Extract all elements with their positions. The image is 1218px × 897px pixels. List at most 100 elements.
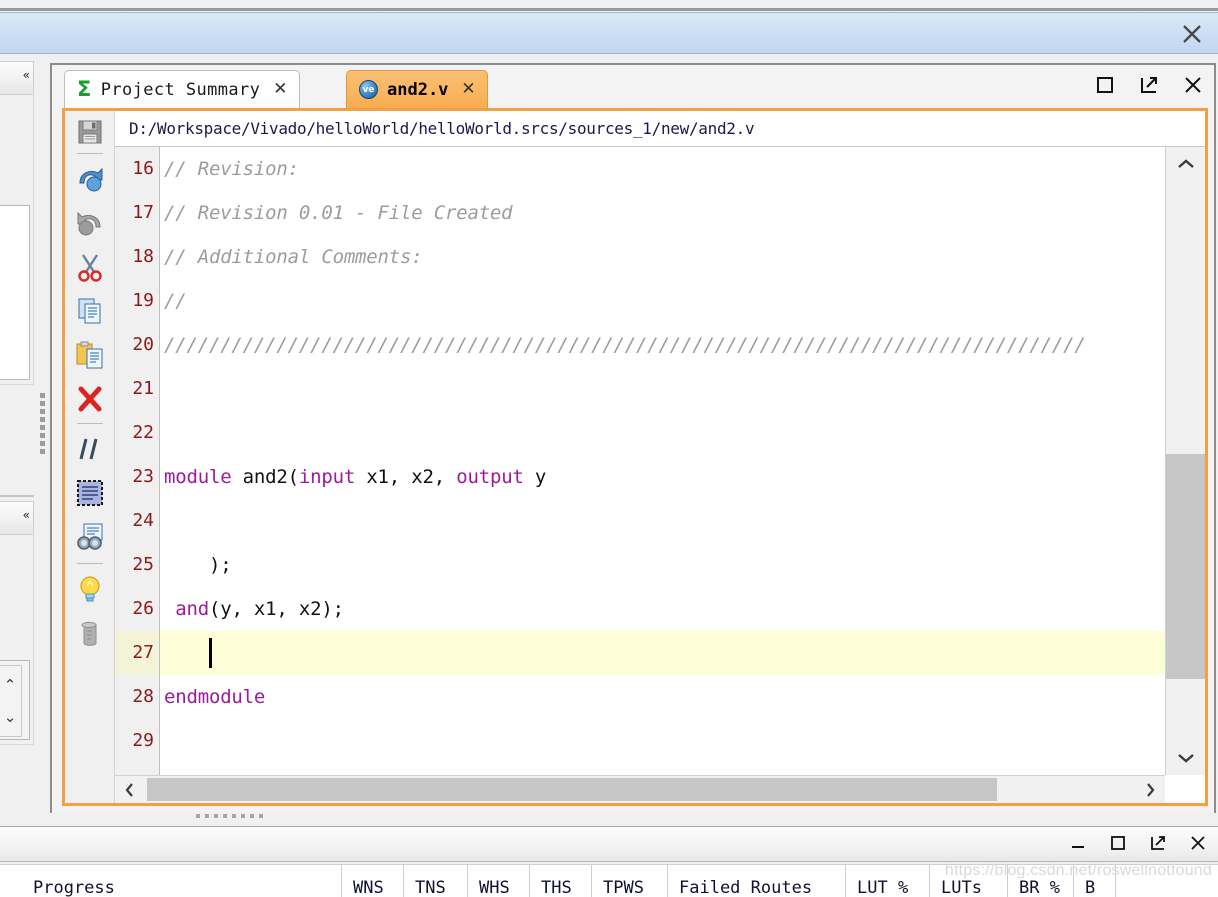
table-column-header[interactable]: B xyxy=(1074,865,1116,897)
application-window: « « ⌃ ⌄ Σ Project Summary ✕ ve and2.v ✕ … xyxy=(0,0,1218,897)
left-panel-divider xyxy=(0,495,34,497)
verilog-file-icon: ve xyxy=(359,80,378,99)
chevron-up-icon[interactable]: ⌃ xyxy=(0,678,21,693)
code-token: (y, x1, x2); xyxy=(208,598,344,620)
code-line[interactable]: 16// Revision: xyxy=(115,147,1165,191)
code-token: x1, x2, xyxy=(355,466,457,488)
close-bottom-icon[interactable] xyxy=(1188,833,1208,853)
left-panel-header-bottom[interactable]: « xyxy=(0,501,34,535)
code-line[interactable]: 22 xyxy=(115,411,1165,455)
indent-icon[interactable] xyxy=(74,477,106,509)
horizontal-scroll-thumb[interactable] xyxy=(147,778,997,801)
code-line[interactable]: 26 and(y, x1, x2); xyxy=(115,587,1165,631)
code-lines-container[interactable]: 16// Revision: 17// Revision 0.01 - File … xyxy=(115,147,1165,775)
code-line[interactable]: 24 xyxy=(115,499,1165,543)
code-line[interactable]: 23 module and2(input x1, x2, output y xyxy=(115,455,1165,499)
line-number: 23 xyxy=(115,455,160,499)
close-icon[interactable] xyxy=(1180,22,1204,46)
vertical-scroll-thumb[interactable] xyxy=(1166,454,1205,679)
minimize-icon[interactable] xyxy=(1068,833,1088,853)
splitter-dot xyxy=(241,814,245,818)
splitter-dot xyxy=(250,814,254,818)
code-line[interactable]: 18// Additional Comments: xyxy=(115,235,1165,279)
hint-icon[interactable] xyxy=(74,573,106,605)
code-token: // Additional Comments: xyxy=(164,246,423,268)
table-column-header[interactable]: LUT % xyxy=(846,865,930,897)
code-line-text: // xyxy=(160,290,187,312)
scroll-up-icon[interactable] xyxy=(1166,147,1205,181)
table-column-header[interactable]: Failed Routes xyxy=(668,865,846,897)
line-number: 26 xyxy=(115,587,160,631)
cut-icon[interactable] xyxy=(74,251,106,283)
line-number: 27 xyxy=(115,631,160,675)
splitter-dot xyxy=(196,814,200,818)
table-column-header[interactable]: WHS xyxy=(468,865,530,897)
line-number: 29 xyxy=(115,719,160,763)
left-panel-body-top xyxy=(0,95,34,385)
scroll-down-icon[interactable] xyxy=(1166,741,1205,775)
code-token: ////////////////////////////////////////… xyxy=(164,334,1086,356)
tab-and2-v-close-icon[interactable]: ✕ xyxy=(461,81,475,98)
code-line[interactable]: 27 xyxy=(115,631,1165,675)
tab-and2-v[interactable]: ve and2.v ✕ xyxy=(346,70,488,108)
table-column-header[interactable]: TPWS xyxy=(592,865,668,897)
code-line-text xyxy=(160,638,212,668)
paste-icon[interactable] xyxy=(74,339,106,371)
code-line-text: module and2(input x1, x2, output y xyxy=(160,466,546,488)
editor-pane: D:/Workspace/Vivado/helloWorld/helloWorl… xyxy=(62,108,1208,806)
copy-icon[interactable] xyxy=(74,295,106,327)
left-panel-list-top[interactable] xyxy=(0,205,30,380)
undo-icon[interactable] xyxy=(74,163,106,195)
tab-project-summary-close-icon[interactable]: ✕ xyxy=(273,81,288,98)
vertical-splitter-handle[interactable] xyxy=(40,393,47,455)
code-line[interactable]: 19// xyxy=(115,279,1165,323)
tab-and2-v-label: and2.v xyxy=(387,79,449,100)
float-bottom-icon[interactable] xyxy=(1148,833,1168,853)
delete-icon[interactable] xyxy=(74,383,106,415)
code-line[interactable]: 17// Revision 0.01 - File Created xyxy=(115,191,1165,235)
code-token: // Revision 0.01 - File Created xyxy=(164,202,513,224)
maximize-bottom-icon[interactable] xyxy=(1108,833,1128,853)
code-line-text: // Revision: xyxy=(160,158,299,180)
table-column-header[interactable]: TNS xyxy=(404,865,468,897)
tab-project-summary[interactable]: Σ Project Summary ✕ xyxy=(64,70,300,108)
horizontal-scrollbar[interactable] xyxy=(115,775,1165,803)
comment-icon[interactable] xyxy=(74,433,106,465)
code-editor-area[interactable]: 16// Revision: 17// Revision 0.01 - File … xyxy=(115,147,1205,803)
save-icon[interactable] xyxy=(74,116,106,148)
float-icon[interactable] xyxy=(1138,74,1160,96)
scroll-right-icon[interactable] xyxy=(1135,776,1165,803)
table-column-header[interactable]: Progress xyxy=(22,865,342,897)
editor-window-controls xyxy=(1094,74,1204,96)
code-line[interactable]: 28 endmodule xyxy=(115,675,1165,719)
splitter-dot xyxy=(214,814,218,818)
left-panel-spinner[interactable]: ⌃ ⌄ xyxy=(0,660,30,740)
left-panel-header-top[interactable]: « xyxy=(0,61,34,95)
code-token: // Revision: xyxy=(164,158,299,180)
chevron-down-icon[interactable]: ⌄ xyxy=(0,710,21,725)
code-line[interactable]: 25 ); xyxy=(115,543,1165,587)
code-token: output xyxy=(456,466,524,488)
elaborate-icon[interactable] xyxy=(74,619,106,651)
table-column-header[interactable]: THS xyxy=(530,865,592,897)
code-line[interactable]: 29 xyxy=(115,719,1165,763)
horizontal-splitter-handle[interactable] xyxy=(196,814,264,820)
vertical-scrollbar[interactable] xyxy=(1165,147,1205,775)
table-column-header[interactable]: WNS xyxy=(342,865,404,897)
line-number: 25 xyxy=(115,543,160,587)
line-number: 24 xyxy=(115,499,160,543)
table-column-header[interactable]: BR % xyxy=(1008,865,1074,897)
find-icon[interactable] xyxy=(74,521,106,553)
table-column-header[interactable]: LUTs xyxy=(930,865,1008,897)
line-number: 20 xyxy=(115,323,160,367)
editor-tabstrip: Σ Project Summary ✕ ve and2.v ✕ xyxy=(52,65,1214,108)
redo-icon[interactable] xyxy=(74,207,106,239)
close-editor-icon[interactable] xyxy=(1182,74,1204,96)
maximize-icon[interactable] xyxy=(1094,74,1116,96)
code-line[interactable]: 21 xyxy=(115,367,1165,411)
bottom-results-table: Progress WNS TNS WHS THS TPWS Failed Routes LUT… xyxy=(0,864,1218,897)
scroll-left-icon[interactable] xyxy=(115,776,145,803)
code-line[interactable]: 20//////////////////////////////////////… xyxy=(115,323,1165,367)
table-row-handle xyxy=(0,865,22,897)
